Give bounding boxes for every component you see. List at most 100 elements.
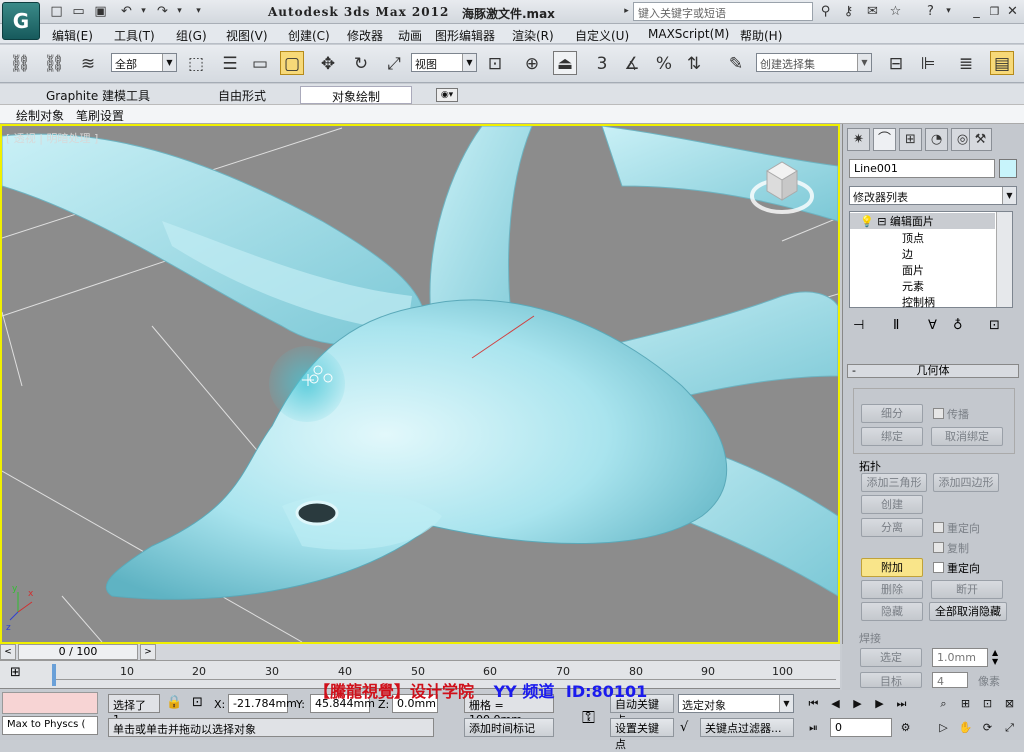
previous-frame-icon[interactable]: ◀ <box>826 694 845 713</box>
angle-snap-icon[interactable]: ∡ <box>620 51 644 75</box>
copy-checkbox[interactable]: 复制 <box>933 540 969 556</box>
menu-maxscript[interactable]: MAXScript(M) <box>648 27 729 41</box>
propagate-checkbox[interactable]: 传播 <box>933 406 969 422</box>
rectangular-selection-icon[interactable]: ▭ <box>248 51 272 75</box>
save-icon[interactable]: ▣ <box>92 3 109 20</box>
geometry-rollout-header[interactable]: - 几何体 <box>847 364 1019 378</box>
menu-customize[interactable]: 自定义(U) <box>575 27 629 44</box>
select-and-scale-icon[interactable]: ⤢ <box>382 51 406 75</box>
subdivide-button[interactable]: 细分 <box>861 404 923 423</box>
stack-item-patch[interactable]: 面片 <box>850 262 990 278</box>
x-coord-field[interactable]: -21.784mm <box>228 694 297 713</box>
bind-button[interactable]: 绑定 <box>861 427 923 446</box>
zoom-all-icon[interactable]: ⊞ <box>956 694 975 713</box>
menu-group[interactable]: 组(G) <box>176 27 207 44</box>
maxscript-mini-listener[interactable]: Max to Physcs ( <box>2 716 98 735</box>
next-frame-icon[interactable]: ▶ <box>870 694 889 713</box>
undo-dropdown-icon[interactable]: ▾ <box>135 3 152 20</box>
motion-tab-icon[interactable]: ◔ <box>925 128 948 151</box>
menu-help[interactable]: 帮助(H) <box>740 27 782 44</box>
zoom-extents-all-icon[interactable]: ⊠ <box>1000 694 1019 713</box>
slider-prev-icon[interactable]: < <box>0 644 16 660</box>
time-config-icon[interactable]: ⚙ <box>896 718 915 737</box>
lightbulb-icon[interactable]: 💡 <box>860 215 874 228</box>
attach-button[interactable]: 附加 <box>861 558 923 577</box>
hierarchy-tab-icon[interactable]: ⊞ <box>899 128 922 151</box>
set-key-button[interactable]: 设置关键点 <box>610 718 674 751</box>
field-of-view-icon[interactable]: ▷ <box>934 718 953 737</box>
snaps-toggle-icon[interactable]: 3 <box>590 51 614 75</box>
binoculars-icon[interactable]: ⚲ <box>817 3 834 20</box>
undo-icon[interactable]: ↶ <box>118 3 135 20</box>
percent-snap-icon[interactable]: % <box>652 51 676 75</box>
time-slider[interactable]: < 0 / 100 > <box>0 644 840 661</box>
modifier-stack[interactable]: 💡 ⊟ 编辑面片 顶点 边 面片 元素 控制柄 <box>849 211 1013 310</box>
subtab-brush-settings[interactable]: 笔刷设置 <box>76 106 124 124</box>
stack-scrollbar[interactable] <box>996 212 1012 307</box>
create-button[interactable]: 创建 <box>861 495 923 514</box>
subtab-paint-objects[interactable]: 绘制对象 <box>16 106 64 124</box>
pivot-point-center-icon[interactable]: ⊡ <box>483 51 507 75</box>
open-file-icon[interactable]: ▭ <box>70 3 87 20</box>
tab-graphite-modeling[interactable]: Graphite 建模工具 <box>46 86 150 104</box>
menu-create[interactable]: 创建(C) <box>288 27 330 44</box>
show-end-result-icon[interactable]: Ⅱ <box>893 318 899 333</box>
pan-view-icon[interactable]: ✋ <box>956 718 975 737</box>
help-dropdown-icon[interactable]: ▾ <box>940 3 957 20</box>
current-frame-field[interactable]: 0 <box>830 718 892 737</box>
lock-selection-icon[interactable]: 🔒 <box>166 695 182 710</box>
stack-item-vertex[interactable]: 顶点 <box>850 230 990 246</box>
favorites-icon[interactable]: ☆ <box>887 3 904 20</box>
keyboard-shortcut-override-icon[interactable]: ⏏ <box>553 51 577 75</box>
spinner-snap-icon[interactable]: ⇅ <box>682 51 706 75</box>
tab-object-paint[interactable]: 对象绘制 <box>300 86 412 104</box>
go-to-end-icon[interactable]: ⏭ <box>892 694 911 713</box>
time-slider-thumb[interactable]: 0 / 100 <box>18 644 138 660</box>
redo-icon[interactable]: ↷ <box>154 3 171 20</box>
add-time-tag-button[interactable]: 添加时间标记 <box>464 718 554 737</box>
menu-modifiers[interactable]: 修改器 <box>347 27 383 44</box>
menu-tools[interactable]: 工具(T) <box>114 27 155 44</box>
perspective-viewport[interactable]: x y z [ 透视 | 明暗处理 ] <box>0 124 840 644</box>
select-manipulate-icon[interactable]: ⊕ <box>520 51 544 75</box>
bind-space-warp-icon[interactable]: ≋ <box>76 51 100 75</box>
absolute-mode-icon[interactable]: ⊡ <box>192 695 203 710</box>
menu-graph-editors[interactable]: 图形编辑器 <box>435 27 495 44</box>
detach-button[interactable]: 分离 <box>861 518 923 537</box>
new-file-icon[interactable]: □ <box>48 3 65 20</box>
target-weld-button[interactable]: 目标 <box>860 672 922 688</box>
stack-item-edge[interactable]: 边 <box>850 246 990 262</box>
viewport-label[interactable]: [ 透视 | 明暗处理 ] <box>6 130 98 146</box>
selected-weld-button[interactable]: 选定 <box>860 648 922 667</box>
modifier-list-dropdown[interactable]: 修改器列表 ▼ <box>849 186 1017 205</box>
orbit-icon[interactable]: ⟳ <box>978 718 997 737</box>
selection-filter-dropdown[interactable]: 全部 ▼ <box>111 53 177 72</box>
set-key-icon[interactable]: ⚿ <box>582 708 595 728</box>
reorient-checkbox-2[interactable]: 重定向 <box>933 560 980 576</box>
graphite-toggle-icon[interactable]: ▤ <box>990 51 1014 75</box>
break-button[interactable]: 断开 <box>931 580 1003 599</box>
key-filters-button[interactable]: 关键点过滤器... <box>700 718 794 737</box>
zoom-icon[interactable]: ⌕ <box>934 694 953 713</box>
add-quad-button[interactable]: 添加四边形 <box>933 473 999 492</box>
unhide-all-button[interactable]: 全部取消隐藏 <box>929 602 1007 621</box>
play-icon[interactable]: ▶ <box>848 694 867 713</box>
edit-named-selection-icon[interactable]: ✎ <box>724 51 748 75</box>
search-input[interactable]: 键入关键字或短语 <box>633 2 813 21</box>
stack-item-element[interactable]: 元素 <box>850 278 990 294</box>
create-tab-icon[interactable]: ✷ <box>847 128 870 151</box>
app-logo[interactable]: G <box>2 2 40 40</box>
key-filter-icon[interactable]: √ <box>680 720 688 735</box>
remove-modifier-icon[interactable]: ♁ <box>953 318 963 333</box>
pin-stack-icon[interactable]: ⊣ <box>853 318 864 333</box>
delete-button[interactable]: 删除 <box>861 580 923 599</box>
reference-coord-dropdown[interactable]: 视图 ▼ <box>411 53 477 72</box>
mirror-icon[interactable]: ⊟ <box>884 51 908 75</box>
close-icon[interactable]: ✕ <box>1004 3 1021 20</box>
maximize-viewport-icon[interactable]: ⤢ <box>1000 718 1019 737</box>
menu-view[interactable]: 视图(V) <box>226 27 268 44</box>
configure-sets-icon[interactable]: ⊡ <box>989 318 1000 333</box>
window-crossing-icon[interactable]: ▢ <box>280 51 304 75</box>
select-by-name-icon[interactable]: ☰ <box>218 51 242 75</box>
stack-item-handle[interactable]: 控制柄 <box>850 294 990 310</box>
